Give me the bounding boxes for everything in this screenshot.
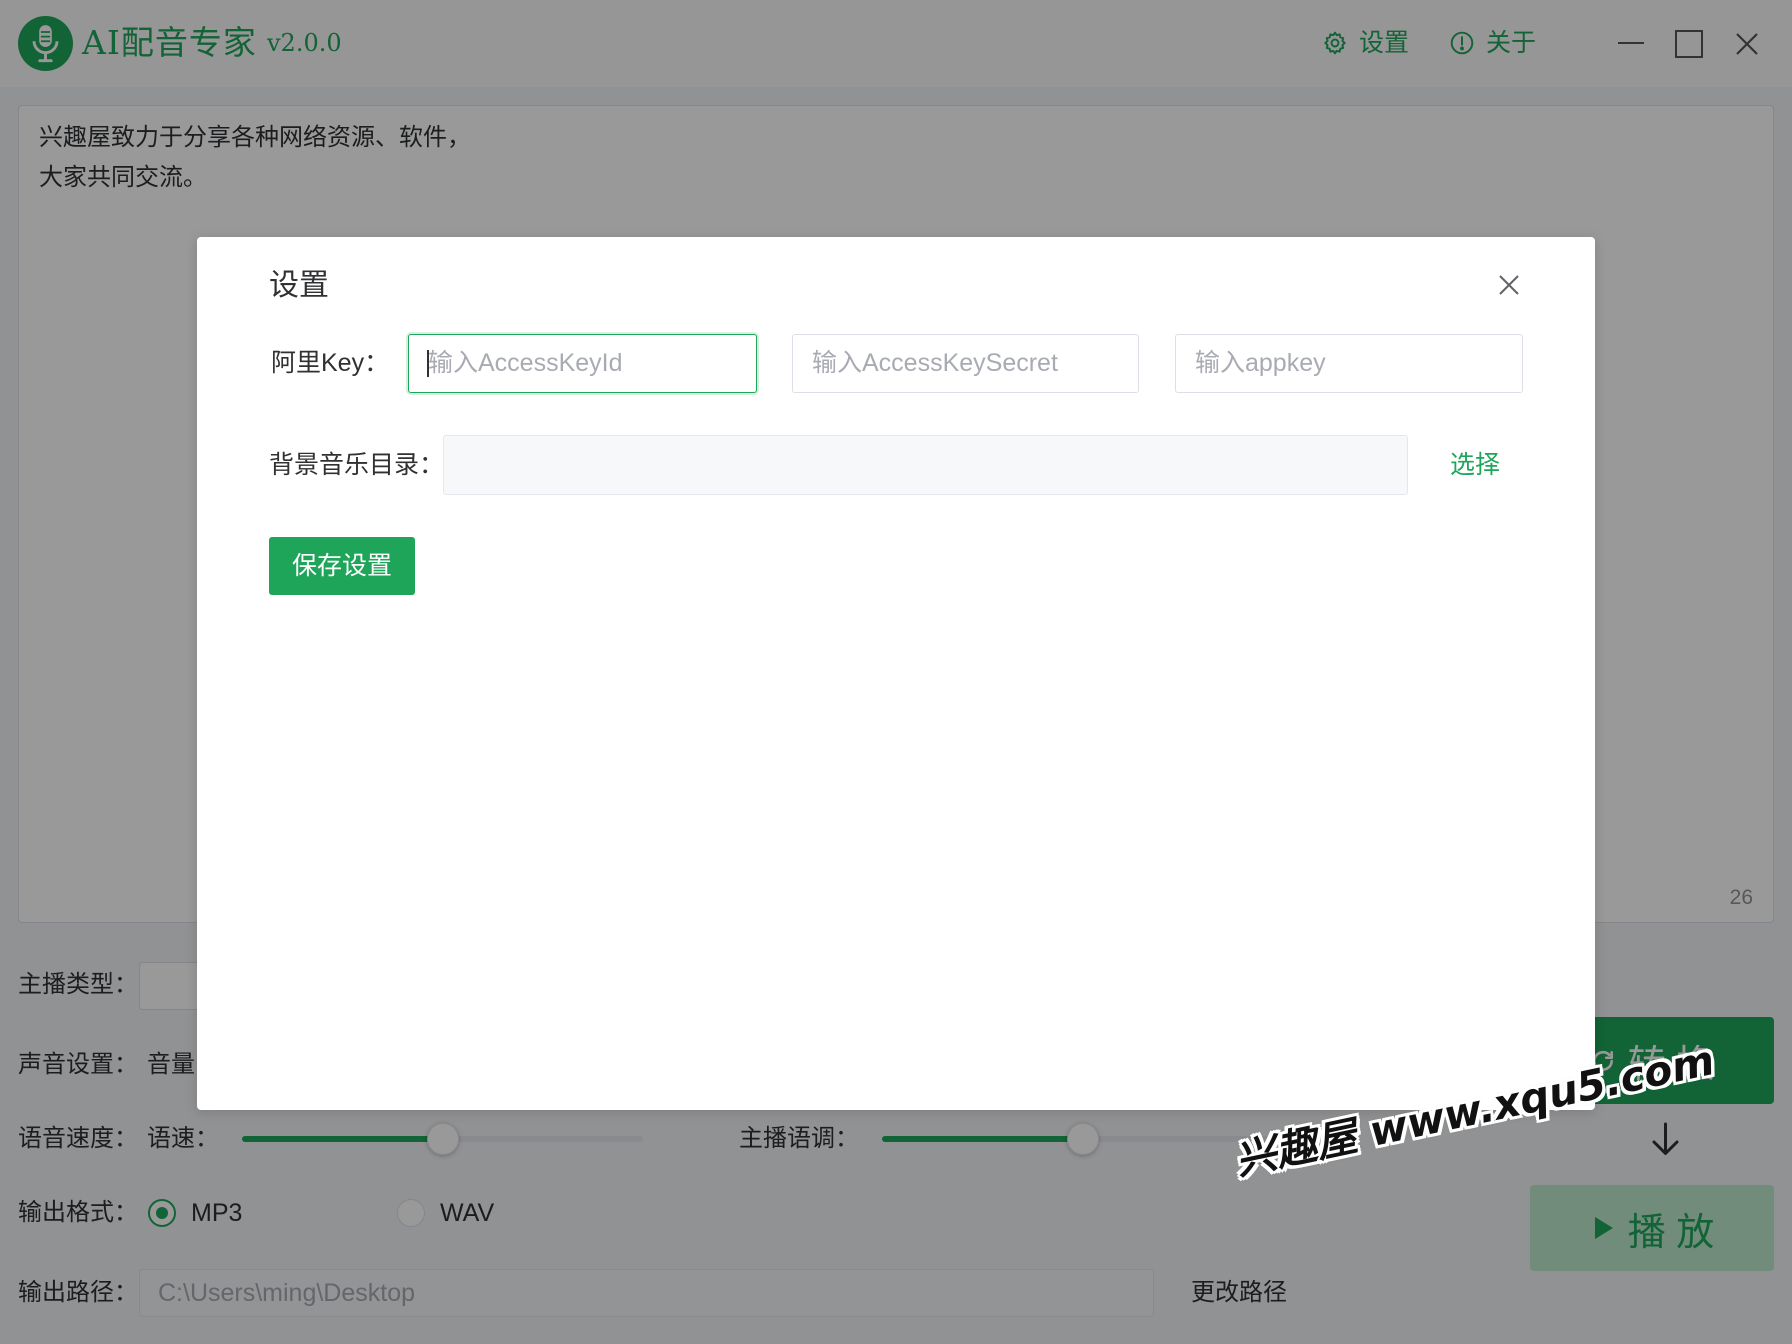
dialog-title: 设置 (269, 269, 329, 302)
choose-directory-link[interactable]: 选择 (1450, 450, 1500, 480)
access-key-secret-input[interactable] (792, 334, 1139, 393)
save-settings-button[interactable]: 保存设置 (269, 537, 415, 595)
text-caret (427, 350, 429, 377)
settings-dialog: 设置 阿里Key： 背景音乐目录： 选择 保存设置 (197, 237, 1595, 1110)
access-key-id-input[interactable] (408, 334, 757, 393)
ali-key-label: 阿里Key： (271, 349, 390, 377)
access-key-secret-field[interactable] (792, 334, 1139, 393)
access-key-id-field[interactable] (408, 334, 757, 393)
bgm-directory-input[interactable] (443, 435, 1408, 495)
bgm-directory-label: 背景音乐目录： (269, 451, 445, 479)
appkey-field[interactable] (1175, 334, 1523, 393)
app-window: AI配音专家 v2.0.0 设置 关于 兴趣屋致力于分享各种网络资源、软件， 大… (0, 0, 1792, 1344)
close-icon[interactable] (1497, 273, 1521, 297)
appkey-input[interactable] (1175, 334, 1523, 393)
